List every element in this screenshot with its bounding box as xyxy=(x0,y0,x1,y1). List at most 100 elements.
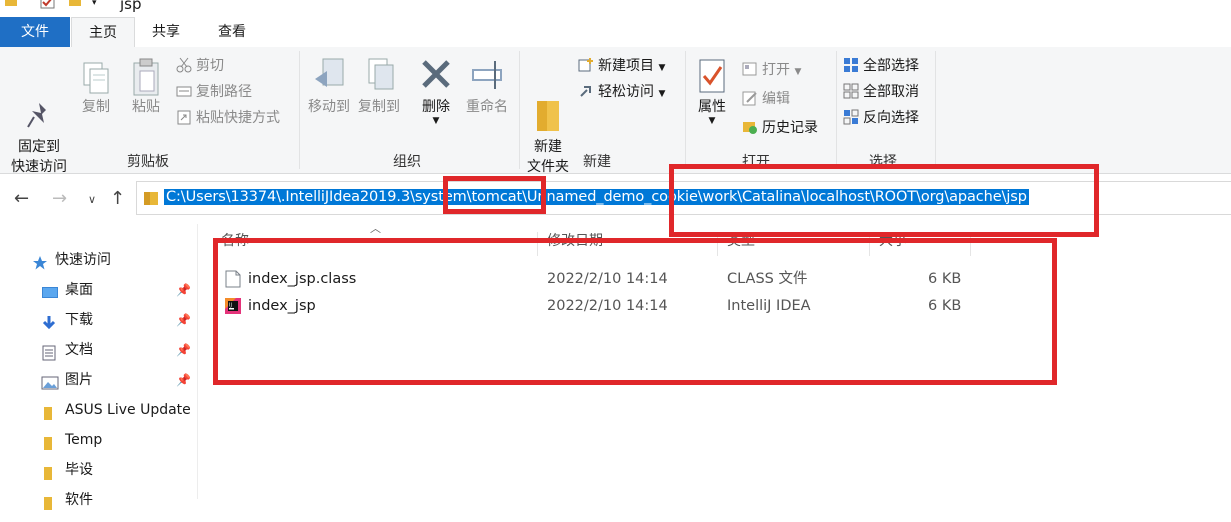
up-arrow-icon[interactable]: ↑ xyxy=(110,188,125,209)
sidebar-item-biye[interactable]: 毕设 xyxy=(0,455,198,485)
pin-icon[interactable]: 📌 xyxy=(176,275,191,305)
open-label: 打开 xyxy=(762,62,790,78)
sidebar-label: Temp xyxy=(65,432,103,448)
new-folder-label: 新建 文件夹 xyxy=(527,139,569,175)
sidebar-item-pictures[interactable]: 图片 📌 xyxy=(0,365,198,395)
pin-quick-access-button[interactable]: 固定到 快速访问 xyxy=(4,61,74,177)
select-group-label: 选择 xyxy=(869,154,897,170)
edit-label: 编辑 xyxy=(762,91,790,107)
tab-view[interactable]: 查看 xyxy=(200,17,264,47)
move-to-button[interactable]: 移动到 xyxy=(304,57,354,117)
ribbon: 固定到 快速访问 复制 粘贴 剪切 复制路径 粘贴快捷方式 剪贴板 移动到 复制… xyxy=(0,47,1231,177)
window-title: jsp xyxy=(120,0,142,13)
new-folder-button[interactable]: 新建 文件夹 xyxy=(524,57,572,177)
sidebar-item-asus-live-update[interactable]: ASUS Live Update xyxy=(0,395,198,425)
open-button[interactable]: 打开 ▼ xyxy=(742,58,801,82)
copy-button[interactable]: 复制 xyxy=(76,61,116,117)
properties-button[interactable]: 属性 ▼ xyxy=(690,57,734,126)
rename-button[interactable]: 重命名 xyxy=(462,57,512,117)
sidebar-label: 文档 xyxy=(65,342,93,358)
copy-to-button[interactable]: 复制到 xyxy=(354,57,404,117)
pin-icon[interactable]: 📌 xyxy=(176,305,191,335)
chevron-down-icon: ▼ xyxy=(794,67,802,77)
address-path[interactable]: C:\Users\13374\.IntelliJIdea2019.3\syste… xyxy=(164,189,1029,205)
column-divider[interactable] xyxy=(537,232,538,256)
file-date: 2022/2/10 14:14 xyxy=(547,298,668,314)
column-divider[interactable] xyxy=(717,232,718,256)
easy-access-icon xyxy=(578,83,594,99)
select-none-button[interactable]: 全部取消 xyxy=(843,80,919,104)
pin-icon[interactable]: 📌 xyxy=(176,365,191,395)
file-size: 6 KB xyxy=(928,298,962,314)
paste-shortcut-button[interactable]: 粘贴快捷方式 xyxy=(176,106,280,130)
folder-icon xyxy=(524,77,572,131)
file-type: CLASS 文件 xyxy=(727,271,808,287)
copy-path-button[interactable]: 复制路径 xyxy=(176,80,252,104)
move-to-label: 移动到 xyxy=(308,99,350,115)
recent-locations-icon[interactable]: ∨ xyxy=(88,193,96,206)
pin-icon[interactable]: 📌 xyxy=(176,335,191,365)
customize-toolbar-icon[interactable]: ▾ xyxy=(92,0,97,8)
file-date: 2022/2/10 14:14 xyxy=(547,271,668,287)
tab-home[interactable]: 主页 xyxy=(71,17,135,49)
forward-arrow-icon[interactable]: → xyxy=(52,188,67,209)
delete-button[interactable]: 删除 ▼ xyxy=(416,57,456,126)
invert-selection-button[interactable]: 反向选择 xyxy=(843,106,919,130)
folder-icon[interactable] xyxy=(4,0,18,12)
back-arrow-icon[interactable]: ← xyxy=(14,188,29,209)
column-divider[interactable] xyxy=(869,232,870,256)
column-size[interactable]: 大小 xyxy=(879,230,907,250)
folder-icon xyxy=(43,462,59,480)
edit-button[interactable]: 编辑 xyxy=(742,87,790,111)
column-name[interactable]: 名称 xyxy=(221,230,249,250)
copy-icon xyxy=(76,61,116,97)
select-none-icon xyxy=(843,83,859,99)
address-bar[interactable]: C:\Users\13374\.IntelliJIdea2019.3\syste… xyxy=(136,181,1231,215)
file-row[interactable]: IJ index_jsp 2022/2/10 14:14 IntelliJ ID… xyxy=(215,293,975,320)
column-divider[interactable] xyxy=(970,232,971,256)
history-button[interactable]: 历史记录 xyxy=(742,116,818,140)
sidebar-label: 下载 xyxy=(65,312,93,328)
chevron-down-icon: ▼ xyxy=(432,116,440,126)
sidebar-item-documents[interactable]: 文档 📌 xyxy=(0,335,198,365)
new-item-icon xyxy=(578,57,594,73)
file-type: IntelliJ IDEA xyxy=(727,298,811,314)
chevron-down-icon: ▼ xyxy=(658,63,666,73)
group-divider xyxy=(836,51,837,169)
folder-icon xyxy=(43,432,59,450)
easy-access-button[interactable]: 轻松访问 ▼ xyxy=(578,80,665,104)
cut-button[interactable]: 剪切 xyxy=(176,54,224,78)
file-name: index_jsp xyxy=(248,298,316,314)
tab-file[interactable]: 文件 xyxy=(0,17,70,47)
copy-to-icon xyxy=(354,57,404,97)
paste-icon xyxy=(126,57,166,97)
invert-selection-label: 反向选择 xyxy=(863,110,919,126)
folder-icon[interactable] xyxy=(68,0,82,12)
new-item-button[interactable]: 新建项目 ▼ xyxy=(578,54,665,78)
select-all-icon xyxy=(843,57,859,73)
tab-share[interactable]: 共享 xyxy=(136,17,196,47)
sidebar-item-desktop[interactable]: 桌面 📌 xyxy=(0,275,198,305)
sidebar-item-downloads[interactable]: 下载 📌 xyxy=(0,305,198,335)
sidebar-label: 毕设 xyxy=(65,462,93,478)
invert-selection-icon xyxy=(843,109,859,125)
chevron-down-icon: ▼ xyxy=(708,116,716,126)
history-label: 历史记录 xyxy=(762,120,818,136)
ribbon-tabs: 文件 主页 共享 查看 xyxy=(0,17,1231,49)
column-type[interactable]: 类型 xyxy=(727,230,755,250)
column-date[interactable]: 修改日期 xyxy=(547,230,603,250)
desktop-icon xyxy=(41,282,58,298)
sidebar-item-temp[interactable]: Temp xyxy=(0,425,198,455)
edit-icon xyxy=(742,90,758,106)
checkbox-icon[interactable] xyxy=(40,0,56,14)
sidebar-item-quick-access[interactable]: 快速访问 xyxy=(0,245,198,275)
paste-button[interactable]: 粘贴 xyxy=(126,57,166,117)
properties-label: 属性 xyxy=(698,99,726,115)
file-row[interactable]: index_jsp.class 2022/2/10 14:14 CLASS 文件… xyxy=(215,266,975,293)
delete-icon xyxy=(416,57,456,97)
title-bar: ▾ jsp xyxy=(0,0,1231,17)
sidebar-item-software[interactable]: 软件 xyxy=(0,485,198,515)
select-all-label: 全部选择 xyxy=(863,58,919,74)
select-all-button[interactable]: 全部选择 xyxy=(843,54,919,78)
sort-ascending-icon: ︿ xyxy=(370,222,381,235)
